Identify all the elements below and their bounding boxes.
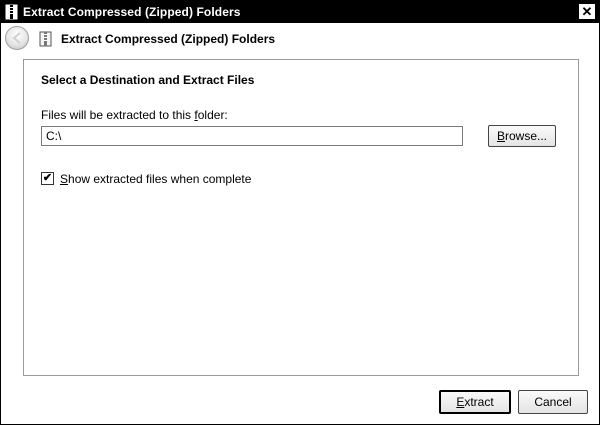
destination-label: Files will be extracted to this folder: [41, 108, 228, 122]
browse-label-accesskey: B [496, 129, 505, 143]
section-heading: Select a Destination and Extract Files [41, 73, 255, 87]
browse-button[interactable]: Browse... [488, 125, 556, 147]
destination-label-suffix: older: [197, 108, 228, 122]
content-panel: Select a Destination and Extract Files F… [23, 59, 579, 376]
cancel-button[interactable]: Cancel [518, 390, 588, 414]
zip-folder-icon [5, 4, 19, 20]
back-button[interactable] [5, 26, 29, 50]
destination-path-input[interactable] [41, 126, 463, 146]
zip-folder-icon [39, 31, 53, 47]
extract-dialog-window: Extract Compressed (Zipped) Folders ✕ Ex… [0, 0, 600, 425]
back-arrow-icon [12, 32, 21, 44]
wizard-title: Extract Compressed (Zipped) Folders [61, 32, 276, 46]
extract-label-suffix: xtract [464, 395, 494, 409]
show-files-label-suffix: how extracted files when complete [68, 172, 252, 186]
show-files-label[interactable]: Show extracted files when complete [60, 172, 251, 186]
show-files-checkbox[interactable]: ✔ [41, 172, 54, 185]
close-button[interactable]: ✕ [579, 4, 595, 19]
extract-button[interactable]: Extract [439, 390, 511, 414]
wizard-header: Extract Compressed (Zipped) Folders [1, 23, 599, 55]
title-bar: Extract Compressed (Zipped) Folders ✕ [1, 1, 599, 23]
window-title: Extract Compressed (Zipped) Folders [23, 5, 241, 19]
browse-label-suffix: rowse... [505, 129, 548, 143]
show-files-accesskey: S [60, 172, 69, 186]
destination-label-prefix: Files will be extracted to this [41, 108, 195, 122]
